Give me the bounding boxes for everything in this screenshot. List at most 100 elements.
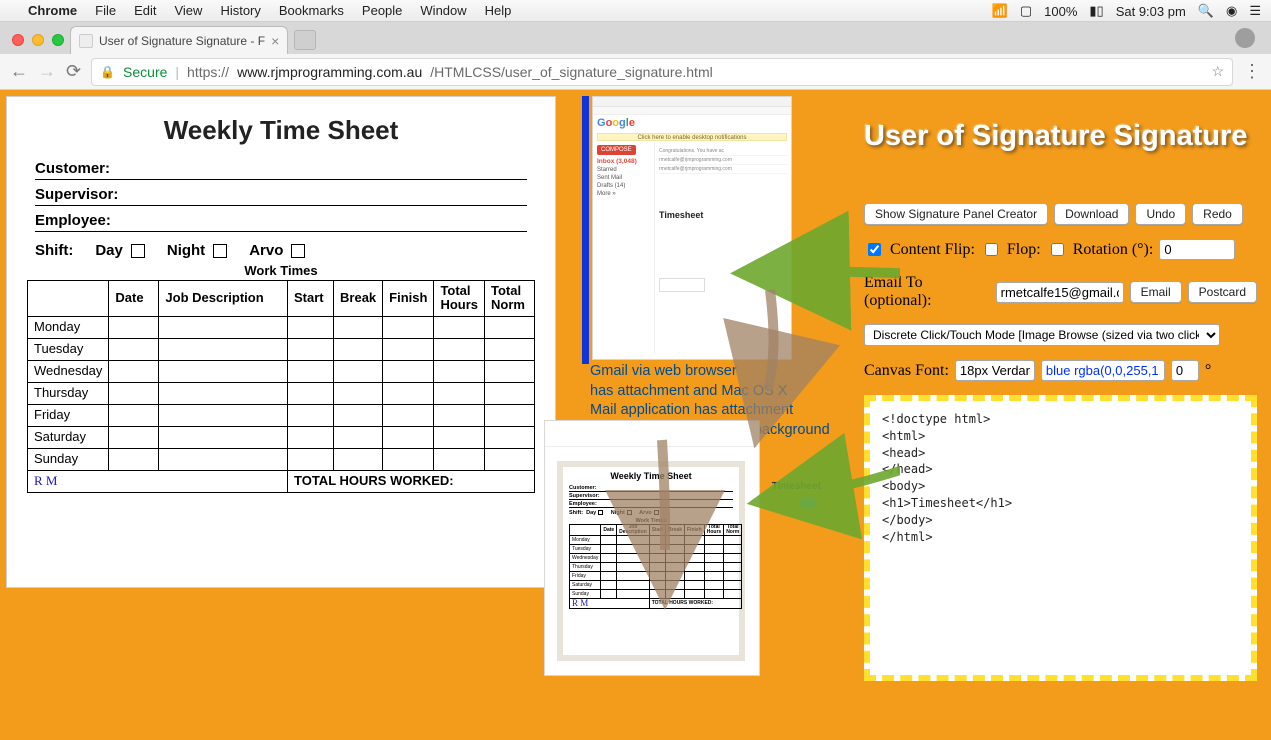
reload-button[interactable]: ⟳ [66,61,81,82]
font-color-input[interactable] [1041,360,1165,381]
supervisor-field[interactable]: Supervisor: [35,186,527,206]
tab-close-icon[interactable]: × [271,33,279,49]
undo-button[interactable]: Undo [1135,203,1186,225]
google-logo: Google [593,115,791,131]
tab-title: User of Signature Signature - F [99,34,265,48]
mail-mini-timesheet: Weekly Time Sheet Customer: Supervisor: … [557,461,745,661]
window-close-button[interactable] [12,34,24,46]
sidebar-item[interactable]: More » [597,191,650,197]
mode-select[interactable]: Discrete Click/Touch Mode [Image Browse … [864,324,1220,346]
menu-edit[interactable]: Edit [134,3,156,18]
th-date: Date [109,281,159,317]
sidebar-item[interactable]: Sent Mail [597,175,650,181]
signature-cell[interactable]: R M [28,470,288,492]
browser-tab[interactable]: User of Signature Signature - F × [70,26,288,54]
rotation-label: Rotation (°): [1073,241,1154,259]
mail-header [545,421,759,447]
profile-avatar-icon[interactable] [1235,28,1255,48]
table-row: Saturday [28,426,535,448]
shift-day-checkbox[interactable] [131,244,145,258]
th-blank [28,281,109,317]
redo-button[interactable]: Redo [1192,203,1243,225]
customer-field[interactable]: Customer: [35,160,527,180]
flop-label: Flop: [1007,241,1041,259]
forward-button: → [38,61,56,82]
wifi-icon[interactable]: 📶 [992,3,1008,19]
show-signature-panel-button[interactable]: Show Signature Panel Creator [864,203,1048,225]
new-tab-button[interactable] [294,30,316,50]
url-separator: | [175,64,179,80]
menu-history[interactable]: History [220,3,260,18]
postcard-button[interactable]: Postcard [1188,281,1257,303]
gmail-tabs [593,107,791,115]
sidebar-item[interactable]: Drafts (14) [597,183,650,189]
shift-day-label: Day [95,242,123,259]
timesheet-card: Weekly Time Sheet Customer: Supervisor: … [6,96,556,588]
battyery-percent: 100% [1044,4,1077,19]
spotlight-icon[interactable]: 🔍 [1198,3,1214,19]
back-button[interactable]: ← [10,61,28,82]
day-cell[interactable]: Monday [28,316,109,338]
rotation-input[interactable] [1159,239,1235,260]
mini-table: DateJob DescriptionStartBreakFinishTotal… [569,524,742,609]
menu-window[interactable]: Window [420,3,466,18]
menu-view[interactable]: View [174,3,202,18]
timesheet-title: Weekly Time Sheet [27,115,535,146]
address-bar[interactable]: 🔒 Secure | https://www.rjmprogramming.co… [91,58,1233,86]
airplay-icon[interactable]: ▢ [1020,3,1032,19]
menu-help[interactable]: Help [485,3,512,18]
menubar-clock[interactable]: Sat 9:03 pm [1116,4,1186,19]
sidebar-item[interactable]: Starred [597,167,650,173]
day-cell[interactable]: Sunday [28,448,109,470]
totals-label: TOTAL HOURS WORKED: [288,470,535,492]
shift-night-checkbox[interactable] [213,244,227,258]
gmail-subject: Timesheet [659,210,787,220]
gmail-banner[interactable]: Click here to enable desktop notificatio… [597,133,787,141]
window-minimize-button[interactable] [32,34,44,46]
email-button[interactable]: Email [1130,281,1182,303]
day-cell[interactable]: Tuesday [28,338,109,360]
table-row: Tuesday [28,338,535,360]
day-cell[interactable]: Saturday [28,426,109,448]
shift-row: Shift: Day Night Arvo [35,242,527,259]
font-rotation-input[interactable] [1171,360,1199,381]
font-size-input[interactable] [955,360,1035,381]
gmail-attachment[interactable] [659,278,705,292]
download-button[interactable]: Download [1054,203,1129,225]
content-flip-checkbox[interactable] [868,243,881,256]
macos-menubar: Chrome File Edit View History Bookmarks … [0,0,1271,22]
day-cell[interactable]: Thursday [28,382,109,404]
email-to-input[interactable] [996,282,1124,303]
menu-file[interactable]: File [95,3,116,18]
compose-button[interactable]: COMPOSE [597,145,636,155]
th-total-hours: Total Hours [434,281,485,317]
mini-supervisor: Supervisor: [569,493,733,500]
window-zoom-button[interactable] [52,34,64,46]
bookmark-star-icon[interactable]: ☆ [1211,63,1224,80]
notification-center-icon[interactable]: ☰ [1249,3,1261,19]
url-scheme: https:// [187,64,229,80]
mini-title: Weekly Time Sheet [569,471,733,481]
menu-bookmarks[interactable]: Bookmarks [279,3,344,18]
table-row: Sunday [28,448,535,470]
day-cell[interactable]: Friday [28,404,109,426]
app-name[interactable]: Chrome [28,3,77,18]
secure-label: Secure [123,64,167,80]
tab-favicon [79,34,93,48]
day-cell[interactable]: Wednesday [28,360,109,382]
shift-arvo-checkbox[interactable] [291,244,305,258]
html-code-box[interactable]: <!doctype html> <html> <head> </head> <b… [864,395,1257,681]
content-flip-label: Content Flip: [890,241,975,259]
page-content: Weekly Time Sheet Customer: Supervisor: … [0,90,1271,740]
gmail-row: rmetcalfe@rjmprogramming.com [659,166,787,174]
menu-people[interactable]: People [362,3,402,18]
flop-checkbox[interactable] [985,243,998,256]
mini-shift: Shift: Day Night Arvo [569,510,733,516]
siri-icon[interactable]: ◉ [1226,3,1237,19]
employee-field[interactable]: Employee: [35,212,527,232]
inbox-link[interactable]: Inbox (3,048) [597,158,650,165]
rotation-checkbox[interactable] [1051,243,1064,256]
mini-customer: Customer: [569,485,733,492]
chrome-menu-icon[interactable]: ⋮ [1243,61,1261,82]
battery-icon[interactable]: ▮▯ [1089,3,1103,19]
